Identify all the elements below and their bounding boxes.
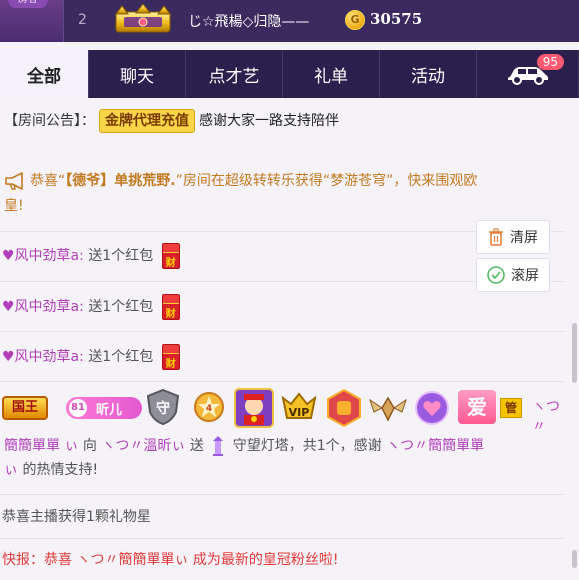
star-message: 恭喜主播获得1颗礼物星 <box>2 509 151 525</box>
flash-suffix: 成为最新的皇冠粉丝啦! <box>192 552 339 568</box>
tab-chat[interactable]: 聊天 <box>89 50 186 98</box>
guard-end-text: 的热情支持! <box>22 462 99 478</box>
divider <box>0 381 565 382</box>
clear-screen-button[interactable]: 清屏 <box>476 220 550 254</box>
red-envelope-icon[interactable]: 财 <box>161 344 180 370</box>
flash-name[interactable]: ヽつ〃簡簡單單ぃ <box>76 552 188 568</box>
fist-badge-icon[interactable] <box>324 388 364 428</box>
trash-icon <box>489 228 503 246</box>
tab-activity[interactable]: 活动 <box>380 50 477 98</box>
guard-sender-name[interactable]: 簡簡單單 <box>4 438 60 454</box>
fortune-god-icon[interactable] <box>234 388 274 428</box>
tab-all[interactable]: 全部 <box>0 50 89 98</box>
user-prefix-symbol: ヽつ〃 <box>532 399 560 435</box>
live-room-chat: 房客 2 じ☆飛楊◇归隐—— 30575 全部 聊天 点才艺 礼单 <box>0 0 579 580</box>
rank-side-label: 房客 <box>8 0 48 8</box>
rank-strip: 房客 2 じ☆飛楊◇归隐—— 30575 <box>0 0 579 42</box>
divider <box>0 538 565 539</box>
agent-recharge-tag[interactable]: 金牌代理充值 <box>99 109 195 133</box>
car-count-badge: 95 <box>536 54 564 70</box>
guard-thanks-name[interactable]: ヽつ〃簡簡單單 <box>386 438 484 454</box>
flash-news-message: 快报：恭喜 ヽつ〃簡簡單單ぃ 成为最新的皇冠粉丝啦! <box>2 549 567 571</box>
wings-badge-icon[interactable] <box>368 388 408 428</box>
chat-scrollbar[interactable] <box>572 323 577 383</box>
broadcast-part3: 皇! <box>4 198 24 214</box>
guard-gift-text: 守望灯塔，共1个，感谢 <box>232 438 382 454</box>
rank-user-name[interactable]: じ☆飛楊◇归隐—— <box>188 11 309 31</box>
red-envelope-icon[interactable]: 财 <box>161 243 180 269</box>
svg-text:守: 守 <box>156 400 170 417</box>
star-rank-icon[interactable]: 4 <box>190 388 228 426</box>
heart-medal-icon[interactable] <box>412 388 452 428</box>
guard-send-text: 送 <box>189 438 204 454</box>
crown-icon <box>115 4 171 33</box>
user-badge-row: 国王 81 昕儿 守 4 VIP 爱 管 ヽつ〃 <box>0 388 560 435</box>
divider <box>0 494 565 495</box>
fan-level-name: 昕儿 <box>96 403 123 418</box>
megaphone-icon <box>5 172 23 190</box>
tab-talent[interactable]: 点才艺 <box>186 50 283 98</box>
king-badge[interactable]: 国王 <box>2 396 48 420</box>
fan-level-badge[interactable]: 81 昕儿 <box>66 397 142 419</box>
rank-score: 30575 <box>370 10 423 28</box>
room-notice: 【房间公告】： 金牌代理充值 感谢大家一路支持陪伴 <box>4 109 569 133</box>
red-envelope-icon[interactable]: 财 <box>161 294 180 320</box>
broadcast-part2: ”房间在超级转转乐获得“梦游苍穹”，快来围观欧 <box>175 173 478 189</box>
fan-level-number: 81 <box>69 399 87 417</box>
tab-car[interactable]: 95 <box>477 50 579 98</box>
guard-receiver-name[interactable]: ヽつ〃溫昕ぃ <box>101 438 185 454</box>
svg-text:4: 4 <box>206 404 212 414</box>
notice-text: 感谢大家一路支持陪伴 <box>199 113 339 129</box>
coin-icon <box>345 10 365 30</box>
gift-text: 送1个红包 <box>88 248 154 264</box>
manager-badge[interactable]: 管 <box>500 398 522 418</box>
divider <box>0 331 565 332</box>
chat-feed[interactable]: 【房间公告】： 金牌代理充值 感谢大家一路支持陪伴 恭喜“【德爷】单挑荒野.”房间在… <box>0 98 579 580</box>
broadcast-room[interactable]: 【德爷】单挑荒野. <box>65 173 175 189</box>
guard-sender-suffix: ぃ <box>64 438 79 454</box>
gift-message: ♥风中劲草a: 送1个红包 财 <box>2 294 567 320</box>
broadcast-message: 恭喜“【德爷】单挑荒野.”房间在超级转转乐获得“梦游苍穹”，快来围观欧皇! <box>4 169 569 219</box>
gift-text: 送1个红包 <box>88 349 154 365</box>
notice-label: 【房间公告】： <box>4 113 95 129</box>
love-badge[interactable]: 爱 <box>458 390 496 424</box>
check-circle-icon <box>487 266 505 284</box>
clear-screen-label: 清屏 <box>510 230 538 246</box>
guard-shield-icon[interactable]: 守 <box>144 388 182 426</box>
gift-sender[interactable]: ♥风中劲草a: <box>2 349 84 365</box>
guard-to-text: 向 <box>82 438 97 454</box>
broadcast-part1: 恭喜“ <box>30 173 66 189</box>
guard-thanks-suffix: ぃ <box>4 462 18 478</box>
gift-text: 送1个红包 <box>88 299 154 315</box>
lighthouse-icon <box>213 436 224 456</box>
chat-scrollbar-thumb[interactable] <box>572 550 577 568</box>
svg-text:VIP: VIP <box>289 406 310 419</box>
gift-sender[interactable]: ♥风中劲草a: <box>2 299 84 315</box>
rank-number: 2 <box>78 12 87 28</box>
rank-side-tab[interactable]: 房客 <box>0 0 64 42</box>
flash-prefix: 快报：恭喜 <box>2 552 72 568</box>
scroll-lock-label: 滚屏 <box>511 268 539 284</box>
chat-tabs: 全部 聊天 点才艺 礼单 活动 95 <box>0 50 579 98</box>
scroll-lock-button[interactable]: 滚屏 <box>476 258 550 292</box>
vip-badge-icon[interactable]: VIP <box>279 388 319 428</box>
gift-message: ♥风中劲草a: 送1个红包 财 <box>2 344 567 370</box>
gift-sender[interactable]: ♥风中劲草a: <box>2 248 84 264</box>
tab-gift-list[interactable]: 礼单 <box>283 50 380 98</box>
guard-gift-message: 簡簡單單 ぃ 向 ヽつ〃溫昕ぃ 送 守望灯塔，共1个，感谢 ヽつ〃簡簡單單 ぃ … <box>4 434 569 482</box>
